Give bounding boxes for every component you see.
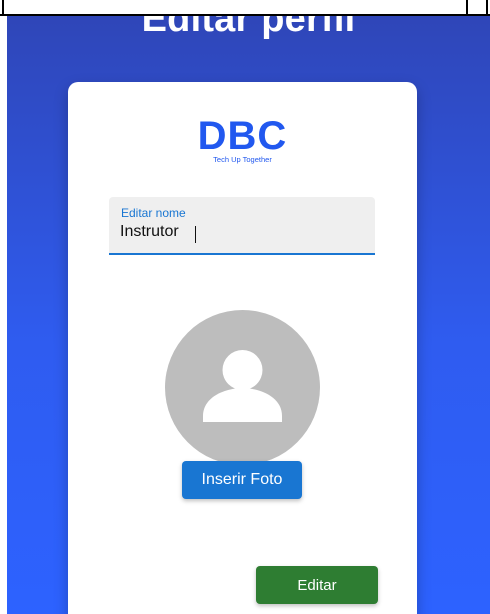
top-table-strip — [0, 0, 490, 16]
page-title: Editar perfil — [141, 16, 356, 40]
name-field[interactable]: Editar nome — [109, 197, 375, 255]
edit-button[interactable]: Editar — [256, 566, 378, 604]
person-icon — [203, 350, 282, 422]
name-input[interactable] — [120, 223, 360, 241]
top-table-cell — [2, 0, 468, 14]
avatar — [165, 310, 320, 465]
page-background: Editar perfil DBC Tech Up Together Edita… — [7, 16, 490, 614]
name-field-label: Editar nome — [121, 206, 186, 220]
text-caret — [195, 226, 196, 243]
brand-logo: DBC Tech Up Together — [68, 114, 417, 164]
profile-card: DBC Tech Up Together Editar nome Inserir… — [68, 82, 417, 614]
logo-mark: DBC — [197, 114, 288, 158]
insert-photo-button[interactable]: Inserir Foto — [182, 461, 302, 499]
logo-tagline: Tech Up Together — [213, 155, 272, 164]
top-table-cell — [466, 0, 488, 14]
